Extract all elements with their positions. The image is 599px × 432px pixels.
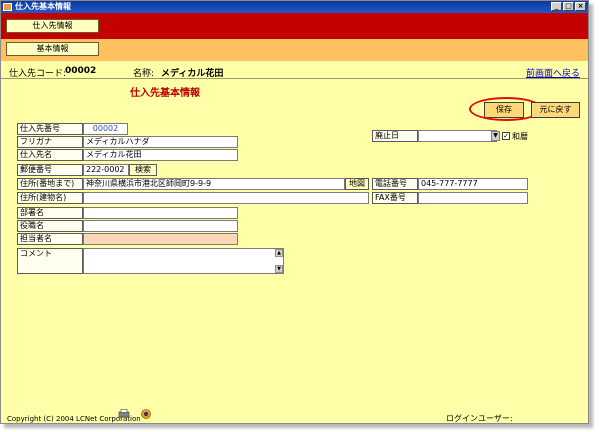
app-icon	[3, 3, 12, 11]
window-title: 仕入先基本情報	[15, 2, 71, 11]
department-label: 部署名	[17, 207, 83, 219]
section-title: 仕入先基本情報	[130, 88, 200, 99]
record-info-bar: 仕入先コード: 00002 名称: メディカル花田 前画面へ戻る	[1, 64, 588, 79]
furigana-field[interactable]: メディカルハナダ	[83, 136, 238, 148]
address2-field[interactable]	[83, 192, 369, 204]
department-field[interactable]	[83, 207, 238, 219]
phone-field[interactable]: 045-777-7777	[418, 178, 528, 190]
close-button[interactable]: ×	[575, 2, 586, 11]
revert-button[interactable]: 元に戻す	[531, 102, 580, 118]
supplier-no-field[interactable]: 00002	[83, 123, 128, 135]
zip-label: 郵便番号	[17, 164, 83, 176]
scroll-up-icon[interactable]: ▲	[275, 249, 283, 257]
closed-date-field[interactable]	[418, 130, 497, 142]
address1-field[interactable]: 神奈川県横浜市港北区師岡町9-9-9	[83, 178, 345, 190]
tab-basic-info[interactable]: 基本情報	[6, 42, 99, 56]
title-bar: 仕入先基本情報 _ □ ×	[1, 1, 588, 13]
zip-field[interactable]: 222-0002	[83, 164, 129, 176]
wareki-checkbox[interactable]: ✓	[502, 132, 510, 140]
tab-supplier-info[interactable]: 仕入先情報	[6, 19, 99, 33]
minimize-button[interactable]: _	[551, 2, 562, 11]
contact-person-field[interactable]	[83, 233, 238, 245]
scroll-down-icon[interactable]: ▼	[275, 265, 283, 273]
login-user-label: ログインユーザー:	[446, 414, 513, 423]
fax-field[interactable]	[418, 192, 528, 204]
address2-label: 住所(建物名)	[17, 192, 83, 204]
sub-nav-bar: 基本情報	[1, 39, 588, 61]
app-window: 仕入先基本情報 _ □ × 仕入先情報 基本情報 仕入先コード: 00002 名…	[0, 0, 589, 424]
divider	[1, 78, 588, 79]
job-title-field[interactable]	[83, 220, 238, 232]
contact-person-label: 担当者名	[17, 233, 83, 245]
comment-label: コメント	[17, 248, 83, 274]
zip-search-button[interactable]: 検索	[129, 164, 157, 176]
printer-icon[interactable]	[118, 409, 130, 419]
map-button[interactable]: 地図	[345, 178, 369, 190]
chevron-down-icon[interactable]: ▼	[491, 131, 500, 141]
comment-textarea[interactable]: ▲ ▼	[83, 248, 284, 274]
supplier-no-label: 仕入先番号	[17, 123, 83, 135]
maximize-button[interactable]: □	[563, 2, 574, 11]
job-title-label: 役職名	[17, 220, 83, 232]
wareki-label: 和暦	[512, 132, 528, 141]
supplier-name-field[interactable]: メディカル花田	[83, 149, 238, 161]
supplier-code-value: 00002	[65, 66, 97, 76]
fax-label: FAX番号	[372, 192, 418, 204]
furigana-label: フリガナ	[17, 136, 83, 148]
closed-date-label: 廃止日	[372, 130, 418, 142]
supplier-name-label-field: 仕入先名	[17, 149, 83, 161]
address1-label: 住所(番地まで)	[17, 178, 83, 190]
help-icon[interactable]	[140, 409, 152, 419]
top-nav-bar: 仕入先情報	[1, 13, 588, 39]
phone-label: 電話番号	[372, 178, 418, 190]
